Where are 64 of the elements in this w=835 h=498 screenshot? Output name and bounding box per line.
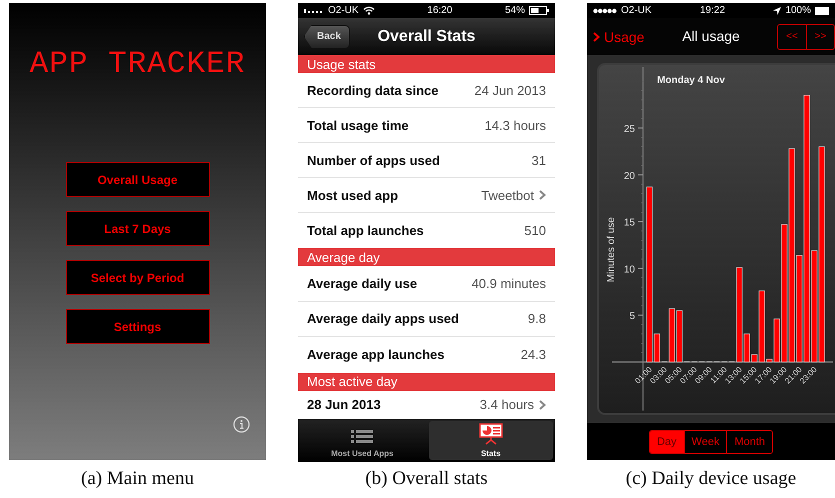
section-header: Average day (298, 248, 555, 266)
back-link[interactable]: Usage (593, 28, 644, 44)
chevron-icon (539, 190, 546, 200)
period-segment[interactable]: Month (726, 430, 772, 452)
row-value: 40.9 minutes (472, 276, 546, 291)
row-label: Total app launches (307, 223, 424, 238)
y-tick-label: 25 (624, 124, 635, 135)
figure-caption: (a) Main menu (81, 468, 194, 490)
period-segment[interactable]: Day (650, 430, 684, 452)
y-tick-label: 15 (624, 218, 635, 229)
section-header: Usage stats (298, 55, 555, 73)
row-label: Average app launches (307, 347, 445, 362)
battery-percent: 54% (505, 5, 526, 16)
chart-title: Monday 4 Nov (657, 75, 725, 86)
battery-percent: 100% (785, 5, 812, 16)
figure-caption: (b) Overall stats (365, 468, 488, 490)
carrier-name: O2-UK (328, 5, 359, 16)
menu-button[interactable]: Overall Usage (66, 162, 210, 197)
row-label: 28 Jun 2013 (307, 397, 381, 412)
back-chevron-icon (593, 32, 600, 42)
list-icon (351, 428, 374, 444)
row-label: Most used app (307, 188, 398, 202)
row-value: 3.4 hours (480, 397, 534, 412)
pager-button[interactable]: >> (806, 24, 834, 48)
back-button[interactable]: Back (304, 24, 350, 48)
signal-icon (593, 8, 617, 14)
screen-title: Overall Stats (378, 28, 476, 46)
app-logo-title: APP TRACKER (30, 47, 246, 82)
row-value: 14.3 hours (484, 118, 546, 132)
signal-icon (304, 8, 324, 14)
section-header: Most active day (298, 372, 555, 390)
location-arrow-icon (773, 6, 782, 14)
wifi-icon (362, 6, 375, 15)
row-label: Total usage time (307, 118, 409, 132)
screen-title: All usage (682, 28, 740, 46)
row-value: Tweetbot (481, 188, 534, 202)
y-tick-label: 10 (624, 264, 635, 276)
info-icon[interactable] (233, 416, 250, 433)
presentation-chart-icon (478, 422, 503, 444)
clock-time: 19:22 (700, 5, 726, 16)
figure-caption: (c) Daily device usage (626, 468, 796, 490)
carrier-name: O2-UK (621, 5, 652, 16)
menu-button[interactable]: Last 7 Days (66, 211, 210, 246)
menu-button[interactable]: Select by Period (66, 260, 210, 295)
y-tick-label: 20 (624, 170, 635, 182)
tab[interactable]: Most Used Apps (300, 420, 424, 460)
battery-icon (815, 6, 830, 14)
pager-button[interactable]: << (778, 24, 806, 48)
row-label: Average daily apps used (307, 311, 459, 326)
row-value: 31 (532, 152, 546, 168)
clock-time: 16:20 (427, 5, 452, 16)
y-tick-label: 5 (629, 311, 635, 322)
y-axis-label: Minutes of use (606, 217, 617, 282)
row-value: 24 Jun 2013 (474, 82, 546, 98)
row-label: Average daily use (307, 276, 418, 291)
row-value: 9.8 (528, 311, 546, 326)
battery-icon (529, 6, 550, 15)
chevron-icon (539, 400, 546, 410)
row-value: 24.3 (520, 347, 546, 362)
menu-button[interactable]: Settings (66, 309, 210, 344)
tab[interactable]: Stats (428, 420, 553, 460)
row-value: 510 (524, 223, 546, 238)
row-label: Number of apps used (307, 152, 440, 168)
row-label: Recording data since (307, 82, 438, 98)
